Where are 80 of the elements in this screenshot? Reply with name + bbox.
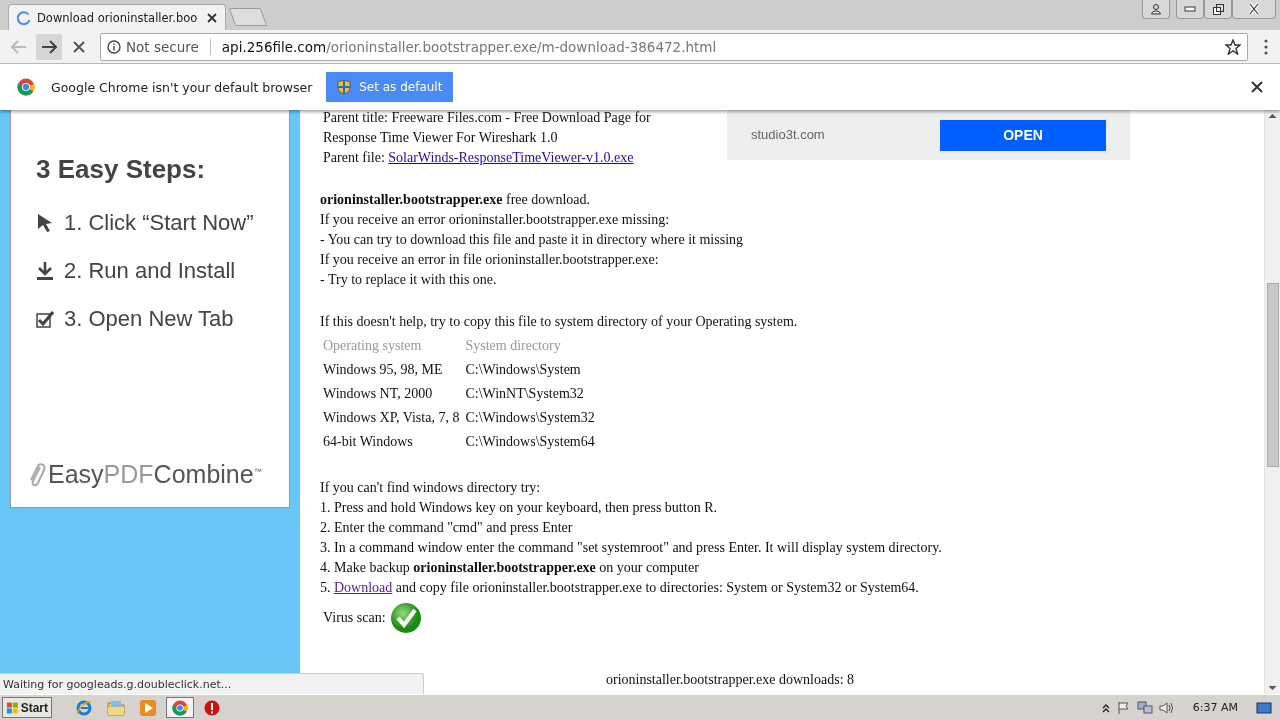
shield-icon <box>337 79 352 95</box>
table-cell-text: Windows NT, 2000 <box>322 385 434 403</box>
speaker-icon[interactable] <box>1158 700 1175 715</box>
ad-card[interactable]: 3 Easy Steps: 1. Click “Start Now” 2. Run and Install 3. Open New Tab EasyPDFCombine$^{™}$ <box>10 110 290 508</box>
browser-icon <box>75 698 93 717</box>
show-desktop-icon[interactable] <box>1256 700 1272 715</box>
windows-flag-icon <box>6 700 19 715</box>
table-cell-text: Windows XP, Vista, 7, 8 <box>322 409 461 427</box>
info-icon <box>107 39 121 54</box>
security-label: Not secure <box>126 38 199 55</box>
table-cell-text: Windows 95, 98, ME <box>322 361 444 379</box>
logo-text: EasyPDFCombine$^{™}$ <box>48 460 262 489</box>
close-icon[interactable] <box>207 12 217 23</box>
virus-scan-label: Virus scan: <box>323 609 386 627</box>
profile-button[interactable] <box>1142 0 1170 19</box>
close-icon <box>73 40 85 53</box>
ad-heading: 3 Easy Steps: <box>36 154 206 185</box>
text-line: orioninstaller.bootstrapper.exe free download. <box>320 191 591 209</box>
table-cell-text: C:\Windows\System32 <box>464 409 596 427</box>
text-line: 5. Download and copy file orioninstaller.bootstrapper.exe to directories: System or System32 or System64. <box>320 579 920 597</box>
cursor-icon <box>36 213 54 233</box>
forward-button[interactable] <box>36 33 62 60</box>
parent-file: Parent file: SolarWinds-ResponseTimeViewer-v1.0.exe <box>323 149 635 167</box>
text-line: 1. Press and hold Windows key on your keyboard, then press button R. <box>320 499 718 517</box>
table-cell-text: C:\Windows\System64 <box>464 433 596 451</box>
restore-icon <box>1212 3 1224 15</box>
download-link[interactable]: Download <box>334 580 393 595</box>
ad-domain: studio3t.com <box>751 126 826 144</box>
text-line: If you can't find windows directory try: <box>320 479 542 497</box>
url-text: api.256file.com/orioninstaller.bootstrapper.exe/m-download-386472.html <box>221 38 717 55</box>
text-line: 3. In a command window enter the command "set systemroot" and press Enter. It will display system directory. <box>320 539 943 557</box>
address-bar[interactable]: Not secure api.256file.com/orioninstaller.bootstrapper.exe/m-download-386472.html <box>100 32 1248 61</box>
flag-icon[interactable] <box>1116 700 1131 715</box>
forward-arrow-icon <box>41 39 57 54</box>
restore-button[interactable] <box>1204 0 1232 19</box>
paperclip-icon <box>28 460 46 489</box>
person-icon <box>1150 3 1162 15</box>
text-line: If you receive an error orioninstaller.bootstrapper.exe missing: <box>320 211 671 229</box>
browser-tab[interactable]: Download orioninstaller.boo <box>8 4 226 30</box>
ad-banner[interactable]: studio3t.com OPEN <box>727 110 1130 160</box>
chrome-icon <box>172 699 188 716</box>
minimize-icon <box>1184 6 1196 12</box>
media-player-icon <box>139 698 157 717</box>
text-line: If this doesn't help, try to copy this file to system directory of your Operating system. <box>320 313 799 331</box>
minimize-button[interactable] <box>1176 0 1204 19</box>
text-line: - You can try to download this file and paste it in directory where it missing <box>320 231 745 249</box>
parent-title: Parent title: Freeware Files.com - Free Download Page for Response Time Viewer For Wireshark 1.0 <box>323 110 652 147</box>
ad-step: 2. Run and Install <box>64 258 236 284</box>
star-icon[interactable] <box>1225 38 1241 55</box>
open-button[interactable]: OPEN <box>940 119 1106 151</box>
status-bubble: Waiting for googleads.g.doubleclick.net... <box>0 673 424 694</box>
clock[interactable]: 6:37 AM <box>1192 701 1238 714</box>
table-cell-text: C:\WinNT\System32 <box>464 385 585 403</box>
back-arrow-icon <box>11 39 27 54</box>
text-line: 4. Make backup orioninstaller.bootstrapper.exe on your computer <box>320 559 700 577</box>
infobar-message: Google Chrome isn't your default browser <box>51 79 313 95</box>
folder-icon <box>107 699 125 716</box>
text-line: 2. Enter the command "cmd" and press Enter <box>320 519 574 537</box>
start-button[interactable]: Start <box>2 697 52 718</box>
close-button[interactable] <box>1232 0 1276 19</box>
checkmark-icon <box>389 602 422 634</box>
ad-step: 1. Click “Start Now” <box>64 210 254 236</box>
taskbar-button[interactable] <box>166 697 194 718</box>
close-icon <box>1247 3 1261 15</box>
parent-file-link[interactable]: SolarWinds-ResponseTimeViewer-v1.0.exe <box>388 150 634 165</box>
ad-step: 3. Open New Tab <box>64 306 234 332</box>
download-count: orioninstaller.bootstrapper.exe downloads: 8 <box>605 672 855 687</box>
column-header: System directory <box>464 337 562 355</box>
column-header: Operating system <box>322 337 423 355</box>
text-line: If you receive an error in file orioninstaller.bootstrapper.exe: <box>320 251 660 269</box>
scroll-thumb[interactable] <box>1267 283 1279 467</box>
table-cell-text: C:\Windows\System <box>464 361 582 379</box>
network-icon[interactable] <box>1136 700 1153 715</box>
table-cell-text: 64-bit Windows <box>322 433 414 451</box>
download-icon <box>36 261 54 281</box>
close-icon[interactable] <box>1251 81 1263 93</box>
checkbox-icon <box>36 310 54 328</box>
chrome-logo-icon <box>17 78 35 96</box>
text-line: - Try to replace it with this one. <box>320 271 498 289</box>
scrollbar[interactable] <box>1264 110 1280 694</box>
